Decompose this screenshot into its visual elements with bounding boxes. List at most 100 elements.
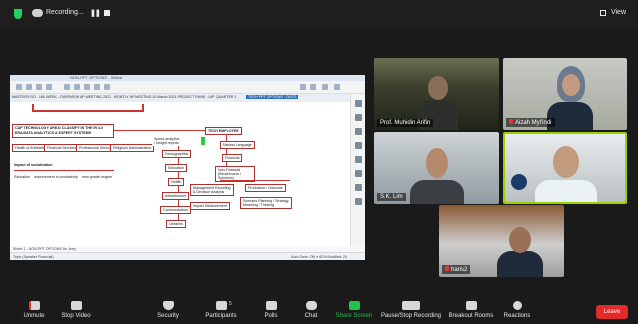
save-icon[interactable] <box>36 84 42 90</box>
right-leaf-node[interactable]: Impact Measurement <box>190 202 230 210</box>
task-panel-icon[interactable] <box>355 184 362 191</box>
participant-tile[interactable]: haris2 <box>439 205 564 277</box>
pause-stop-icon <box>402 301 420 310</box>
people-icon <box>215 301 227 310</box>
window-controls <box>13 76 23 107</box>
sheet-name[interactable]: Sheet 1 - NON-PPT OPTIONS for Jerry <box>13 247 76 251</box>
muted-mic-icon <box>509 119 513 124</box>
root-topic-left[interactable]: CAP TECHNOLOGY AREA/ CLASSIFY IN THE IR … <box>12 124 114 138</box>
participant-tile[interactable]: Aizah Myl'indi <box>503 58 627 130</box>
emoji-icon <box>512 301 522 310</box>
share-icon[interactable] <box>310 84 316 90</box>
pause-recording-button[interactable]: ❚❚ <box>90 9 101 17</box>
polls-button[interactable]: Polls <box>256 298 286 324</box>
pause-stop-recording-label: Pause/Stop Recording <box>380 313 442 319</box>
root-topic-right[interactable]: TECH EMPLOYEE <box>205 127 242 135</box>
summary-icon[interactable] <box>104 84 110 90</box>
center-topic[interactable]: Speed analytics / Insight reports <box>152 136 182 146</box>
child-node[interactable]: Health <box>168 178 185 186</box>
icon-panel-icon[interactable] <box>355 128 362 135</box>
breakout-rooms-button[interactable]: Breakout Rooms <box>447 298 495 324</box>
right-node[interactable]: Financial <box>222 154 243 162</box>
share-screen-button[interactable]: Share Screen <box>333 298 375 324</box>
participants-button[interactable]: 5 Participants <box>199 298 243 324</box>
sub-node[interactable]: new growth engine <box>80 174 115 180</box>
active-speaker-tile[interactable] <box>503 132 627 204</box>
sheet-tab[interactable]: QUARTER 1 <box>216 95 237 99</box>
stop-recording-button[interactable] <box>104 10 110 16</box>
relationship-icon[interactable] <box>84 84 90 90</box>
unmute-button[interactable]: Unmute <box>14 298 54 324</box>
sheet-tab[interactable]: MONTLY AP MEETING 10 March 2021 PROJECT … <box>114 95 214 99</box>
meeting-controls-bar: Unmute Stop Video Security 5 Participant… <box>0 298 638 324</box>
shield-icon <box>162 301 174 310</box>
sub-heading[interactable]: Impact of socialization <box>12 162 55 168</box>
participant-video <box>410 180 464 204</box>
topic-icon[interactable] <box>64 84 70 90</box>
leave-button[interactable]: Leave <box>596 305 628 319</box>
right-leaf-node[interactable]: Production / Outcome <box>245 184 286 192</box>
marker-panel-icon[interactable] <box>355 114 362 121</box>
stop-video-button[interactable]: Stop Video <box>54 298 98 324</box>
zoom-icon[interactable] <box>300 84 306 90</box>
shared-window-title: NON-PPT OPTIONS - XMind <box>70 75 122 80</box>
sheet-tab[interactable]: MASTERS RO - UNI WEEK - OVERVIEW <box>12 95 79 99</box>
child-node[interactable]: Communication <box>160 206 191 214</box>
sheet-tab-active[interactable]: TECH PPT OPTIONS - DOCS <box>246 95 299 99</box>
participant-name: haris2 <box>451 267 468 273</box>
status-right: Auto Save: ON ≡ 62% Modified: 20 <box>291 255 347 259</box>
format-icon[interactable] <box>334 84 340 90</box>
pause-stop-recording-button[interactable]: Pause/Stop Recording <box>378 298 444 324</box>
breakout-rooms-icon <box>465 301 477 310</box>
notes-panel-icon[interactable] <box>355 156 362 163</box>
participant-tile[interactable]: Prof. Muhidin Arifin <box>374 58 499 130</box>
participant-video <box>535 180 597 202</box>
child-node[interactable]: Libraries <box>166 220 186 228</box>
child-node[interactable]: Education <box>165 164 187 172</box>
branch-node[interactable]: Religious Administration <box>110 144 155 152</box>
redo-icon[interactable] <box>26 84 32 90</box>
participant-name: Prof. Muhidin Arifin <box>377 119 434 127</box>
view-button[interactable]: View <box>611 9 626 16</box>
participant-video <box>497 251 543 277</box>
participant-face <box>428 76 448 100</box>
sub-node[interactable]: improvement in productivity <box>32 174 80 180</box>
branch-node[interactable]: Professional Service <box>76 144 115 152</box>
muted-mic-icon <box>445 266 449 271</box>
sheet-tab[interactable]: AP MEETING 2021 <box>80 95 111 99</box>
reactions-button[interactable]: Reactions <box>500 298 534 324</box>
participant-name-tag: Aizah Myl'indi <box>506 118 555 127</box>
video-camera-icon <box>70 301 82 310</box>
share-screen-icon <box>348 301 360 310</box>
child-node[interactable]: Infrastructure <box>162 192 190 200</box>
boundary-icon[interactable] <box>94 84 100 90</box>
right-leaf-node[interactable]: Scenario Planning / Strategy Modeling / … <box>240 197 292 209</box>
unmute-label: Unmute <box>23 313 45 319</box>
export-icon[interactable] <box>322 84 328 90</box>
security-button[interactable]: Security <box>148 298 188 324</box>
print-icon[interactable] <box>46 84 52 90</box>
flag-panel-icon[interactable] <box>355 142 362 149</box>
right-leaf-node[interactable]: Management Reporting & Decision Analysis <box>190 184 234 196</box>
chat-button[interactable]: Chat <box>296 298 326 324</box>
participant-name: S.K. Lim <box>377 193 406 201</box>
format-panel-icon[interactable] <box>355 100 362 107</box>
security-shield-icon[interactable] <box>14 9 22 19</box>
view-grid-icon[interactable] <box>600 10 606 16</box>
branch-node[interactable]: Financial Services <box>44 144 80 152</box>
meeting-top-bar: Recording... ❚❚ View <box>0 0 638 28</box>
logo-icon <box>511 174 527 190</box>
subtopic-icon[interactable] <box>74 84 80 90</box>
comments-panel-icon[interactable] <box>355 170 362 177</box>
undo-icon[interactable] <box>16 84 22 90</box>
mind-map-canvas[interactable]: CAP TECHNOLOGY AREA/ CLASSIFY IN THE IR … <box>10 102 350 252</box>
participant-face <box>426 148 448 178</box>
child-node[interactable]: Demographics <box>162 150 192 158</box>
zoom-meeting-window: Recording... ❚❚ View NON-PPT OPTIONS - X… <box>0 0 638 324</box>
outline-panel-icon[interactable] <box>355 198 362 205</box>
sub-node[interactable]: Education <box>12 174 32 180</box>
xmind-tab-bar: MASTERS RO - UNI WEEK - OVERVIEW AP MEET… <box>10 94 365 102</box>
share-screen-label: Share Screen <box>335 313 373 319</box>
right-node[interactable]: Natural Language <box>220 141 255 149</box>
participant-tile[interactable]: S.K. Lim <box>374 132 499 204</box>
